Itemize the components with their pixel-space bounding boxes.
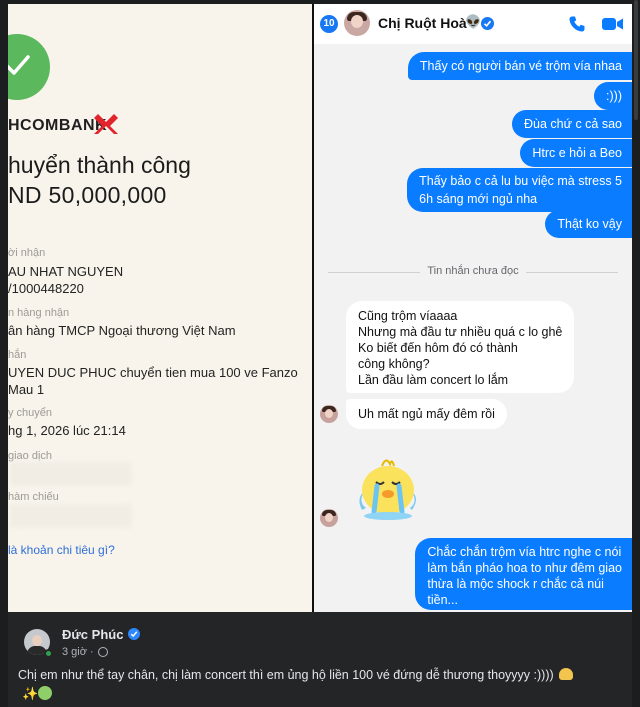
spending-category-link[interactable]: là khoản chi tiêu gì? (8, 543, 115, 557)
post-text-body: Chị em như thể tay chân, chị làm concert… (18, 668, 554, 682)
verified-badge-icon (481, 17, 494, 30)
message-line: Ko biết đến hôm đó có thành (358, 341, 518, 355)
post-text: Chị em như thể tay chân, chị làm concert… (18, 666, 622, 684)
message-line: Nhưng mà đầu tư nhiều quá c lo ghê (358, 325, 563, 339)
post-timestamp[interactable]: 3 giờ · (62, 646, 94, 658)
globe-icon[interactable] (98, 647, 108, 657)
content-line-2: Mau 1 (8, 382, 45, 397)
post-frame: HCOMBANK huyển thành công ND 50,000,000 … (0, 0, 640, 707)
heart-hands-emoji-icon (559, 668, 574, 680)
transfer-time-value: hg 1, 2026 lúc 21:14 (8, 423, 126, 438)
incoming-message[interactable]: Uh mất ngủ mấy đêm rồi (346, 399, 507, 429)
contact-mini-avatar (320, 509, 338, 527)
messenger-screenshot: 10 Chị Ruột Hoà 👽 Thấy có người bán vé t… (314, 4, 632, 612)
transfer-amount: ND 50,000,000 (8, 182, 167, 208)
reference-label: hàm chiếu (8, 491, 59, 503)
outgoing-message-multiline[interactable]: Thấy bảo c cả lu bu việc mà stress 5 6h … (407, 168, 632, 212)
content-label: hắn (8, 349, 27, 361)
scrollbar-thumb[interactable] (634, 0, 638, 120)
alien-emoji: 👽 (465, 14, 482, 29)
message-line: Lần đầu làm concert lo lắm (358, 373, 509, 387)
message-line: Thấy bảo c cả lu bu việc mà stress 5 (419, 174, 622, 188)
unread-count-badge[interactable]: 10 (320, 15, 338, 33)
message-line: làm bắn pháo hoa to như đêm giao (427, 561, 622, 575)
reference-redacted (10, 504, 132, 528)
transaction-id-label: giao dịch (8, 450, 53, 462)
receiving-bank-label: n hàng nhận (8, 307, 70, 319)
post-caption-area: Đức Phúc 3 giờ · Chị em như thể tay chân… (8, 612, 632, 707)
message-line: Chắc chắn trộm vía htrc nghe c nói (427, 545, 622, 559)
video-call-icon[interactable] (602, 16, 624, 32)
outgoing-message[interactable]: Đùa chứ c cả sao (512, 110, 632, 138)
alien-emoji-icon (38, 686, 52, 700)
bank-logo-icon (94, 114, 118, 134)
online-status-icon (44, 649, 53, 658)
message-line: thừa là mộc shock r chắc cả núi (427, 577, 604, 591)
outgoing-message[interactable]: Thật ko vậy (545, 210, 632, 238)
unread-divider-label: Tin nhắn chưa đọc (427, 265, 519, 277)
success-check-icon (8, 34, 50, 100)
transfer-status-title: huyển thành công (8, 152, 191, 178)
recipient-name: AU NHAT NGUYEN (8, 264, 124, 279)
author-name[interactable]: Đức Phúc (62, 627, 123, 642)
contact-name[interactable]: Chị Ruột Hoà (378, 15, 467, 31)
recipient-account: /1000448220 (8, 281, 84, 296)
crying-duck-sticker[interactable] (352, 450, 424, 522)
recipient-label: ời nhận (8, 247, 46, 259)
phone-icon[interactable] (568, 15, 586, 33)
outgoing-message-multiline[interactable]: Chắc chắn trộm vía htrc nghe c nói làm b… (415, 538, 632, 610)
bank-logo-text: HCOMBANK (8, 117, 108, 134)
content-line-1: UYEN DUC PHUC chuyển tien mua 100 ve Fan… (8, 365, 298, 380)
incoming-message-multiline[interactable]: Cũng trộm víaaaa Nhưng mà đầu tư nhiều q… (346, 301, 575, 393)
verified-badge-icon (128, 628, 140, 640)
message-line: Cũng trộm víaaaa (358, 309, 458, 323)
chat-header: 10 Chị Ruột Hoà 👽 (314, 4, 632, 44)
bank-receipt-screenshot: HCOMBANK huyển thành công ND 50,000,000 … (8, 4, 312, 612)
post-photo[interactable]: HCOMBANK huyển thành công ND 50,000,000 … (8, 4, 632, 612)
contact-mini-avatar (320, 405, 338, 423)
contact-avatar[interactable] (344, 10, 370, 36)
outgoing-message[interactable]: Htrc e hỏi a Beo (520, 139, 632, 167)
transaction-id-redacted (10, 462, 132, 486)
transfer-time-label: y chuyển (8, 407, 53, 419)
outgoing-message[interactable]: Thấy có người bán vé trộm vía nhaa (407, 52, 632, 80)
message-line: công không? (358, 357, 430, 371)
message-line: tiền... (427, 593, 458, 607)
receiving-bank-value: ân hàng TMCP Ngoại thương Việt Nam (8, 323, 236, 338)
outgoing-message[interactable]: :))) (594, 82, 632, 110)
message-line: 6h sáng mới ngủ nha (419, 192, 538, 206)
sparkles-emoji: ✨ (22, 686, 39, 701)
unread-divider: Tin nhắn chưa đọc (314, 265, 632, 281)
